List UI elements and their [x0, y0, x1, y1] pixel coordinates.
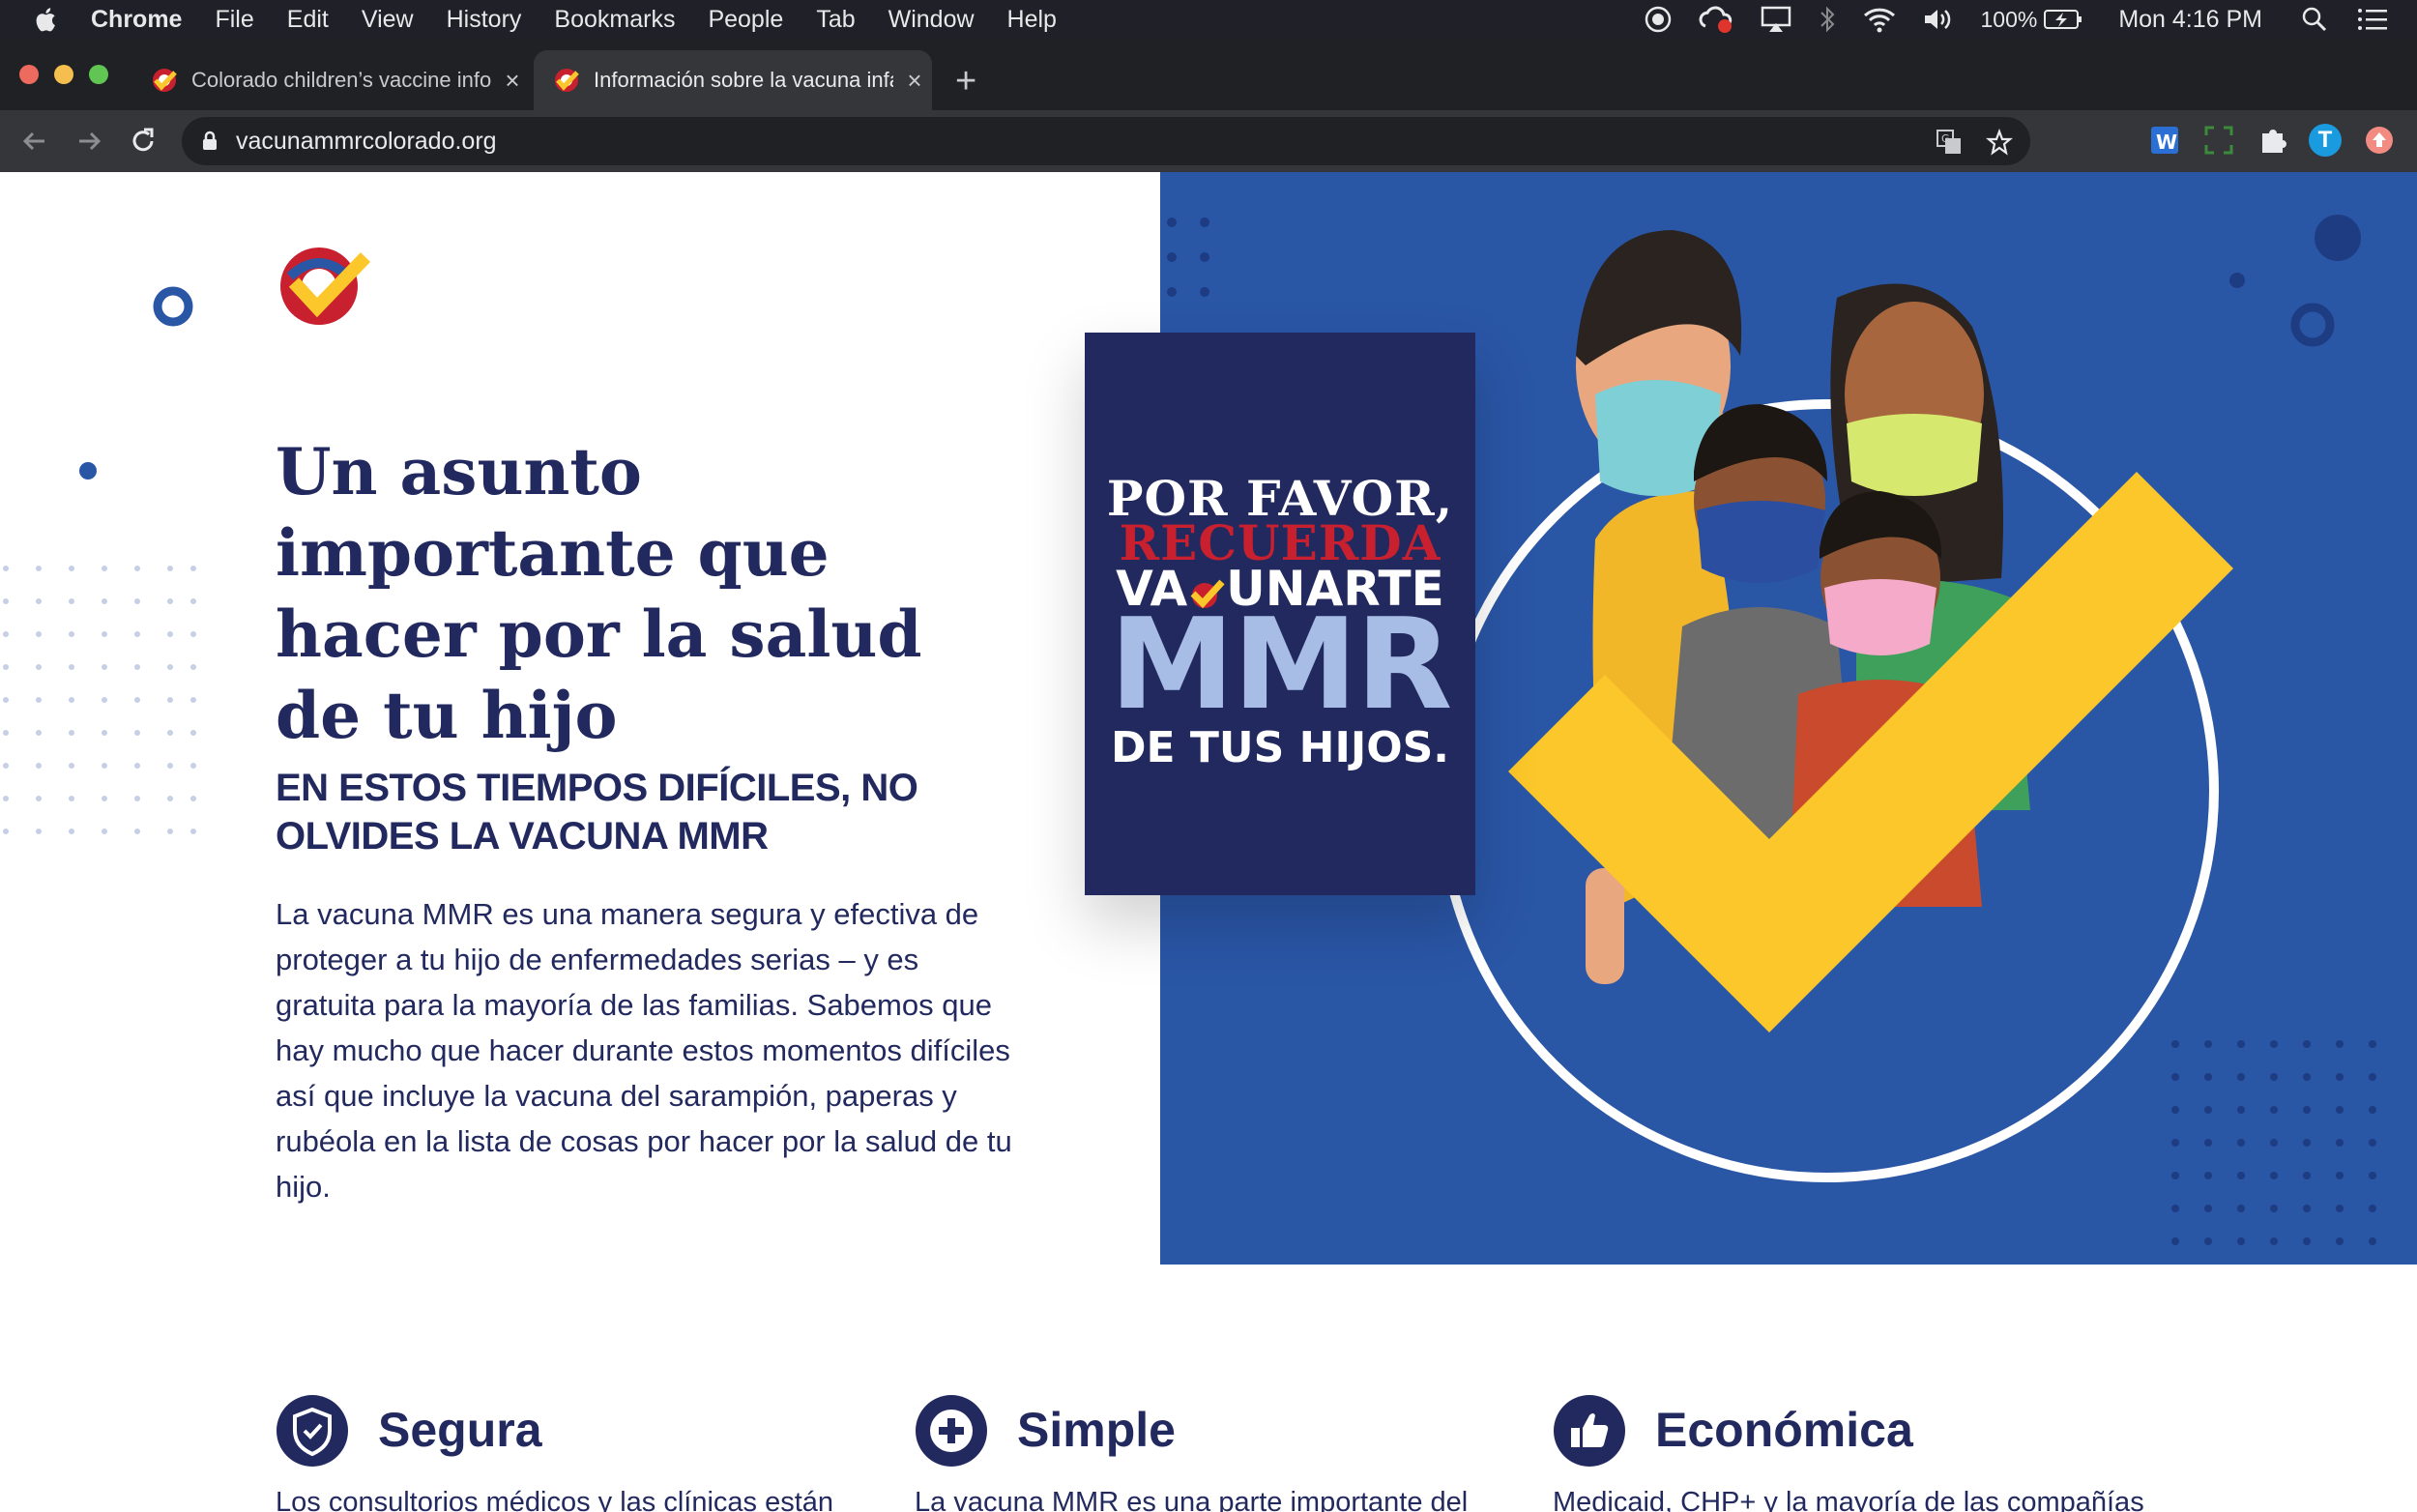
- menu-help[interactable]: Help: [1007, 6, 1057, 34]
- tab-informacion-vacuna[interactable]: Información sobre la vacuna infantil ×: [534, 50, 932, 110]
- new-tab-plus-icon[interactable]: +: [955, 62, 976, 101]
- feature-title: Simple: [1017, 1403, 1176, 1457]
- bookmark-star-icon[interactable]: [1986, 129, 2013, 156]
- feature-simple: Simple La vacuna MMR es una parte import…: [915, 1394, 1514, 1512]
- airplay-icon[interactable]: [1760, 5, 1792, 34]
- word-extension-icon[interactable]: W: [2148, 124, 2181, 157]
- feature-text: Los consultorios médicos y las clínicas …: [276, 1487, 834, 1512]
- apple-icon[interactable]: [33, 5, 60, 34]
- reload-icon[interactable]: [126, 124, 160, 159]
- svg-text:G: G: [1941, 132, 1950, 145]
- profile-avatar[interactable]: T: [2309, 124, 2342, 157]
- extensions-puzzle-icon[interactable]: [2257, 124, 2289, 157]
- plus-circle-icon: [916, 1395, 987, 1467]
- menu-view[interactable]: View: [362, 6, 414, 34]
- hero-title: Un asunto importante que hacer por la sa…: [276, 434, 922, 753]
- close-tab-icon[interactable]: ×: [901, 66, 928, 96]
- menu-window[interactable]: Window: [888, 6, 975, 34]
- browser-toolbar: vacunammrcolorado.org G W T: [0, 110, 2417, 172]
- lock-icon[interactable]: [201, 131, 218, 152]
- feature-economica: Económica Medicaid, CHP+ y la mayoría de…: [1553, 1394, 2229, 1512]
- creative-cloud-icon[interactable]: [1698, 5, 1734, 34]
- site-favicon-icon: [153, 69, 177, 92]
- vaccine-reminder-poster: POR FAVOR, RECUERDA VA UNARTE MMR DE TUS …: [1085, 333, 1475, 895]
- status-area: 100% Mon 4:16 PM: [1618, 0, 2417, 39]
- update-extension-icon[interactable]: [2363, 124, 2396, 157]
- notification-center-icon[interactable]: [2357, 6, 2388, 33]
- forward-arrow-icon[interactable]: [72, 124, 106, 159]
- shield-check-icon: [277, 1395, 348, 1467]
- window-minimize-button[interactable]: [54, 65, 73, 84]
- menu-edit[interactable]: Edit: [287, 6, 329, 34]
- window-zoom-button[interactable]: [89, 65, 108, 84]
- tab-title: Colorado children’s vaccine info: [191, 68, 491, 92]
- tab-title: Información sobre la vacuna infantil: [594, 68, 893, 92]
- spotlight-search-icon[interactable]: [2301, 6, 2328, 33]
- hero-body: La vacuna MMR es una manera segura y efe…: [276, 897, 1012, 1204]
- feature-text: La vacuna MMR es una parte importante de…: [915, 1487, 1469, 1512]
- web-page: Un asunto importante que hacer por la sa…: [0, 172, 2417, 1512]
- screenshot-extension-icon[interactable]: [2202, 124, 2235, 157]
- battery-percent: 100%: [1980, 6, 2038, 32]
- decorative-ring: [153, 286, 193, 327]
- site-logo[interactable]: [277, 242, 373, 329]
- translate-icon[interactable]: G: [1936, 129, 1963, 156]
- bluetooth-icon[interactable]: [1818, 5, 1837, 34]
- thumbs-up-icon: [1554, 1395, 1625, 1467]
- tab-colorado-vaccine-info[interactable]: Colorado children’s vaccine info ×: [131, 50, 530, 110]
- hero-subtitle: EN ESTOS TIEMPOS DIFÍCILES, NO OLVIDES L…: [276, 767, 918, 858]
- menubar-clock[interactable]: Mon 4:16 PM: [2118, 6, 2262, 34]
- menu-file[interactable]: File: [215, 6, 253, 34]
- address-bar-url[interactable]: vacunammrcolorado.org: [236, 128, 497, 156]
- svg-text:W: W: [2156, 131, 2177, 154]
- feature-title: Económica: [1655, 1403, 1913, 1457]
- decorative-dot-grid: [3, 566, 196, 834]
- feature-title: Segura: [378, 1403, 542, 1457]
- decorative-dot: [79, 462, 97, 480]
- wifi-icon[interactable]: [1862, 5, 1897, 34]
- poster-line-4: MMR: [1109, 591, 1453, 738]
- site-favicon-icon: [555, 69, 579, 92]
- menu-app-name[interactable]: Chrome: [91, 6, 182, 34]
- feature-text: Medicaid, CHP+ y la mayoría de las compa…: [1553, 1487, 2144, 1512]
- battery-charging-icon[interactable]: [2043, 8, 2083, 31]
- menu-history[interactable]: History: [447, 6, 522, 34]
- volume-icon[interactable]: [1922, 5, 1955, 34]
- back-arrow-icon[interactable]: [17, 124, 52, 159]
- menu-people[interactable]: People: [708, 6, 783, 34]
- feature-segura: Segura Los consultorios médicos y las cl…: [276, 1394, 875, 1512]
- record-icon[interactable]: [1644, 5, 1673, 34]
- window-close-button[interactable]: [19, 65, 39, 84]
- close-tab-icon[interactable]: ×: [499, 66, 526, 96]
- menu-tab[interactable]: Tab: [816, 6, 855, 34]
- address-bar[interactable]: vacunammrcolorado.org G: [182, 117, 2030, 165]
- menu-bookmarks[interactable]: Bookmarks: [554, 6, 675, 34]
- poster-line-5: DE TUS HIJOS.: [1110, 723, 1450, 772]
- browser-tab-strip: Colorado children’s vaccine info × Infor…: [0, 39, 2417, 110]
- macos-menu-bar: Chrome File Edit View History Bookmarks …: [0, 0, 2417, 39]
